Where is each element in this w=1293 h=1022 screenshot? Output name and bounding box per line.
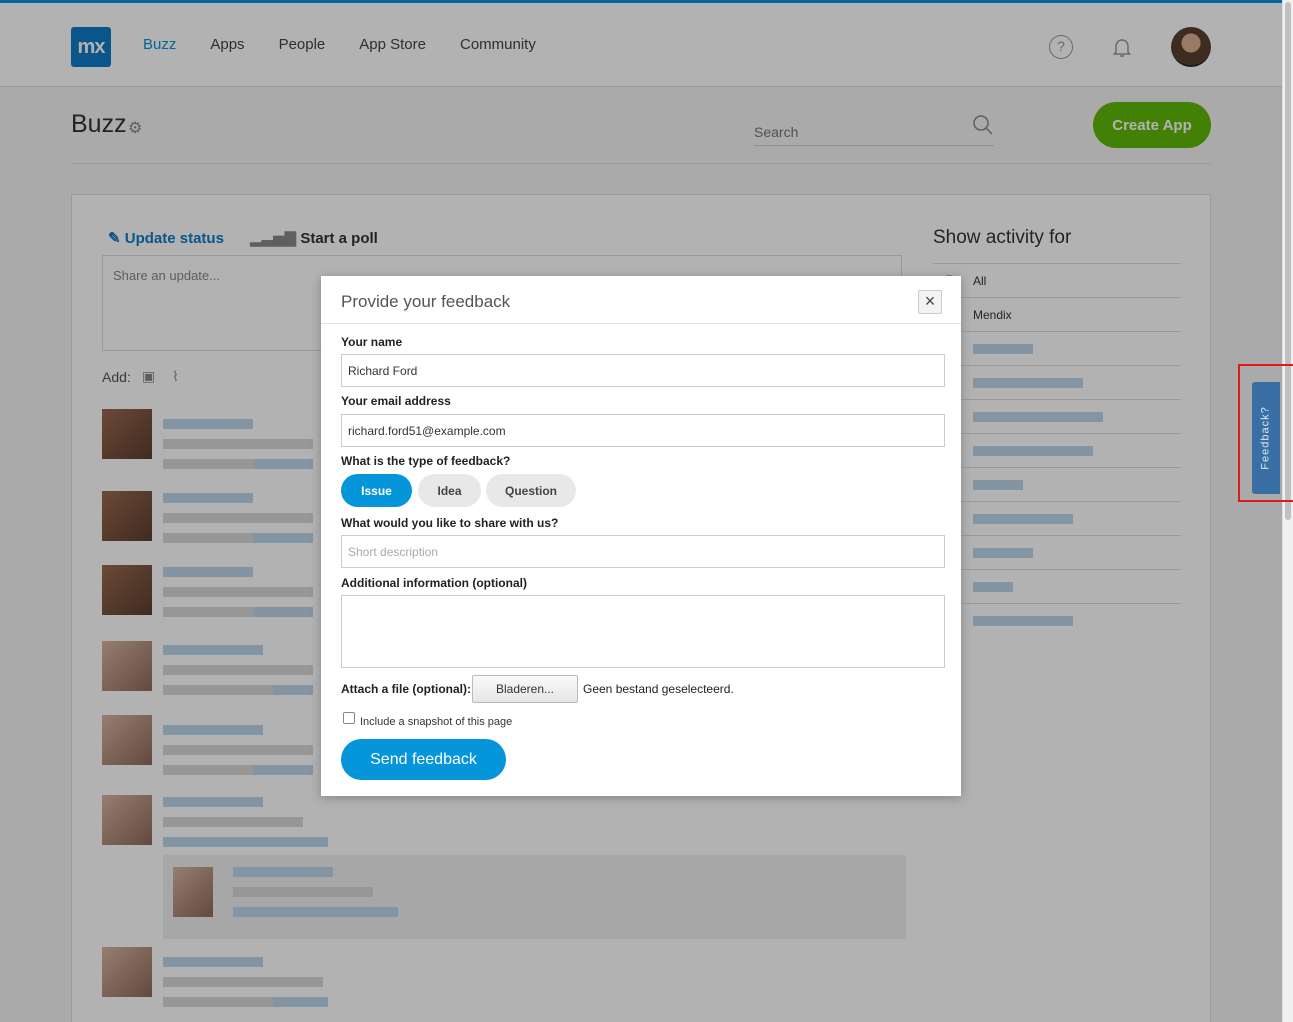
snapshot-label[interactable]: Include a snapshot of this page [360, 716, 512, 728]
send-feedback-button[interactable]: Send feedback [341, 739, 506, 780]
type-question-button[interactable]: Question [486, 474, 576, 507]
feedback-type-label: What is the type of feedback? [341, 454, 511, 468]
feedback-dialog: Provide your feedback × Your name Your e… [321, 276, 961, 796]
additional-info-field[interactable] [341, 595, 945, 668]
close-icon[interactable]: × [918, 290, 942, 314]
email-label: Your email address [341, 394, 451, 408]
name-field[interactable] [341, 354, 945, 387]
type-idea-button[interactable]: Idea [418, 474, 481, 507]
name-label: Your name [341, 335, 403, 349]
short-description-field[interactable] [341, 535, 945, 568]
attach-file-label: Attach a file (optional): [341, 682, 471, 696]
share-label: What would you like to share with us? [341, 516, 559, 530]
additional-info-label: Additional information (optional) [341, 576, 527, 590]
dialog-title: Provide your feedback [341, 292, 511, 311]
highlight-annotation [1238, 364, 1293, 502]
email-field[interactable] [341, 414, 945, 447]
file-status-text: Geen bestand geselecteerd. [583, 682, 734, 696]
browse-file-button[interactable]: Bladeren... [472, 675, 578, 703]
type-issue-button[interactable]: Issue [341, 474, 412, 507]
snapshot-checkbox[interactable] [343, 712, 355, 724]
dialog-header: Provide your feedback × [321, 276, 961, 324]
page-scrollbar[interactable] [1282, 0, 1293, 1022]
